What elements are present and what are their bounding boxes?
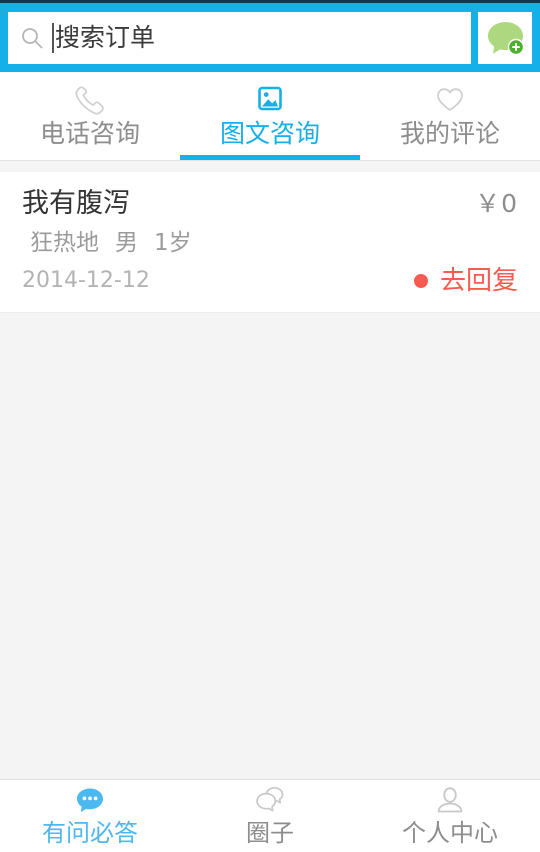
order-patient-name: 狂热地 — [30, 230, 99, 256]
phone-icon — [75, 86, 104, 115]
tab-image-text-consultation-label: 图文咨询 — [219, 119, 320, 148]
order-list: 我有腹泻 ￥0 狂热地男 1岁 2014-12-12 去回复 — [0, 172, 540, 313]
table-row[interactable]: 我有腹泻 ￥0 狂热地男 1岁 2014-12-12 去回复 — [0, 172, 540, 313]
tab-image-text-consultation[interactable]: 图文咨询 — [180, 72, 360, 160]
order-date: 2014-12-12 — [22, 268, 150, 293]
order-patient-gender: 男 — [115, 230, 138, 256]
order-price: ￥0 — [475, 189, 518, 218]
heart-icon — [437, 88, 463, 111]
nav-item-ask-label: 有问必答 — [42, 819, 138, 847]
tab-active-underline — [180, 155, 360, 160]
order-patient-age: 1岁 — [154, 230, 192, 256]
search-input[interactable]: 搜索订单 — [8, 11, 471, 64]
order-patient-meta: 狂热地男 1岁 — [22, 224, 518, 262]
order-title: 我有腹泻 — [22, 188, 130, 219]
new-consultation-button[interactable] — [478, 11, 532, 64]
consultation-tabs: 电话咨询 图文咨询 我的评论 — [0, 72, 540, 161]
order-footer-row: 2014-12-12 去回复 — [22, 264, 518, 298]
bottom-navigation: 有问必答 圈子 个人中心 — [0, 779, 540, 852]
search-input-placeholder: 搜索订单 — [55, 22, 156, 52]
tab-my-comments-label: 我的评论 — [399, 119, 500, 148]
new-consultation-icon — [488, 21, 525, 55]
tab-my-comments[interactable]: 我的评论 — [360, 72, 540, 160]
order-title-row: 我有腹泻 ￥0 — [22, 184, 518, 224]
status-badge-dot — [413, 274, 428, 288]
nav-item-circle[interactable]: 圈子 — [180, 780, 360, 852]
nav-item-ask[interactable]: 有问必答 — [0, 780, 180, 852]
app-root: 搜索订单 电话咨询 图文咨询 我的评论 我有腹泻 ￥0 狂热地 男 1岁 201… — [0, 0, 540, 852]
order-reply-button[interactable]: 去回复 — [413, 264, 518, 298]
order-reply-label: 去回复 — [439, 266, 518, 296]
double-bubble-icon — [256, 786, 284, 812]
nav-item-profile[interactable]: 个人中心 — [360, 780, 540, 852]
nav-item-profile-label: 个人中心 — [402, 819, 498, 847]
person-icon — [437, 787, 463, 813]
chat-bubble-dots-icon — [77, 788, 103, 813]
tab-phone-consultation-label: 电话咨询 — [39, 119, 140, 148]
list-top-gap — [0, 161, 540, 172]
tab-phone-consultation[interactable]: 电话咨询 — [0, 72, 180, 160]
content-empty-area — [0, 313, 540, 779]
search-header: 搜索订单 — [0, 3, 540, 72]
search-icon — [22, 27, 43, 48]
image-icon — [258, 86, 282, 111]
text-caret — [52, 22, 54, 53]
nav-item-circle-label: 圈子 — [246, 819, 294, 847]
